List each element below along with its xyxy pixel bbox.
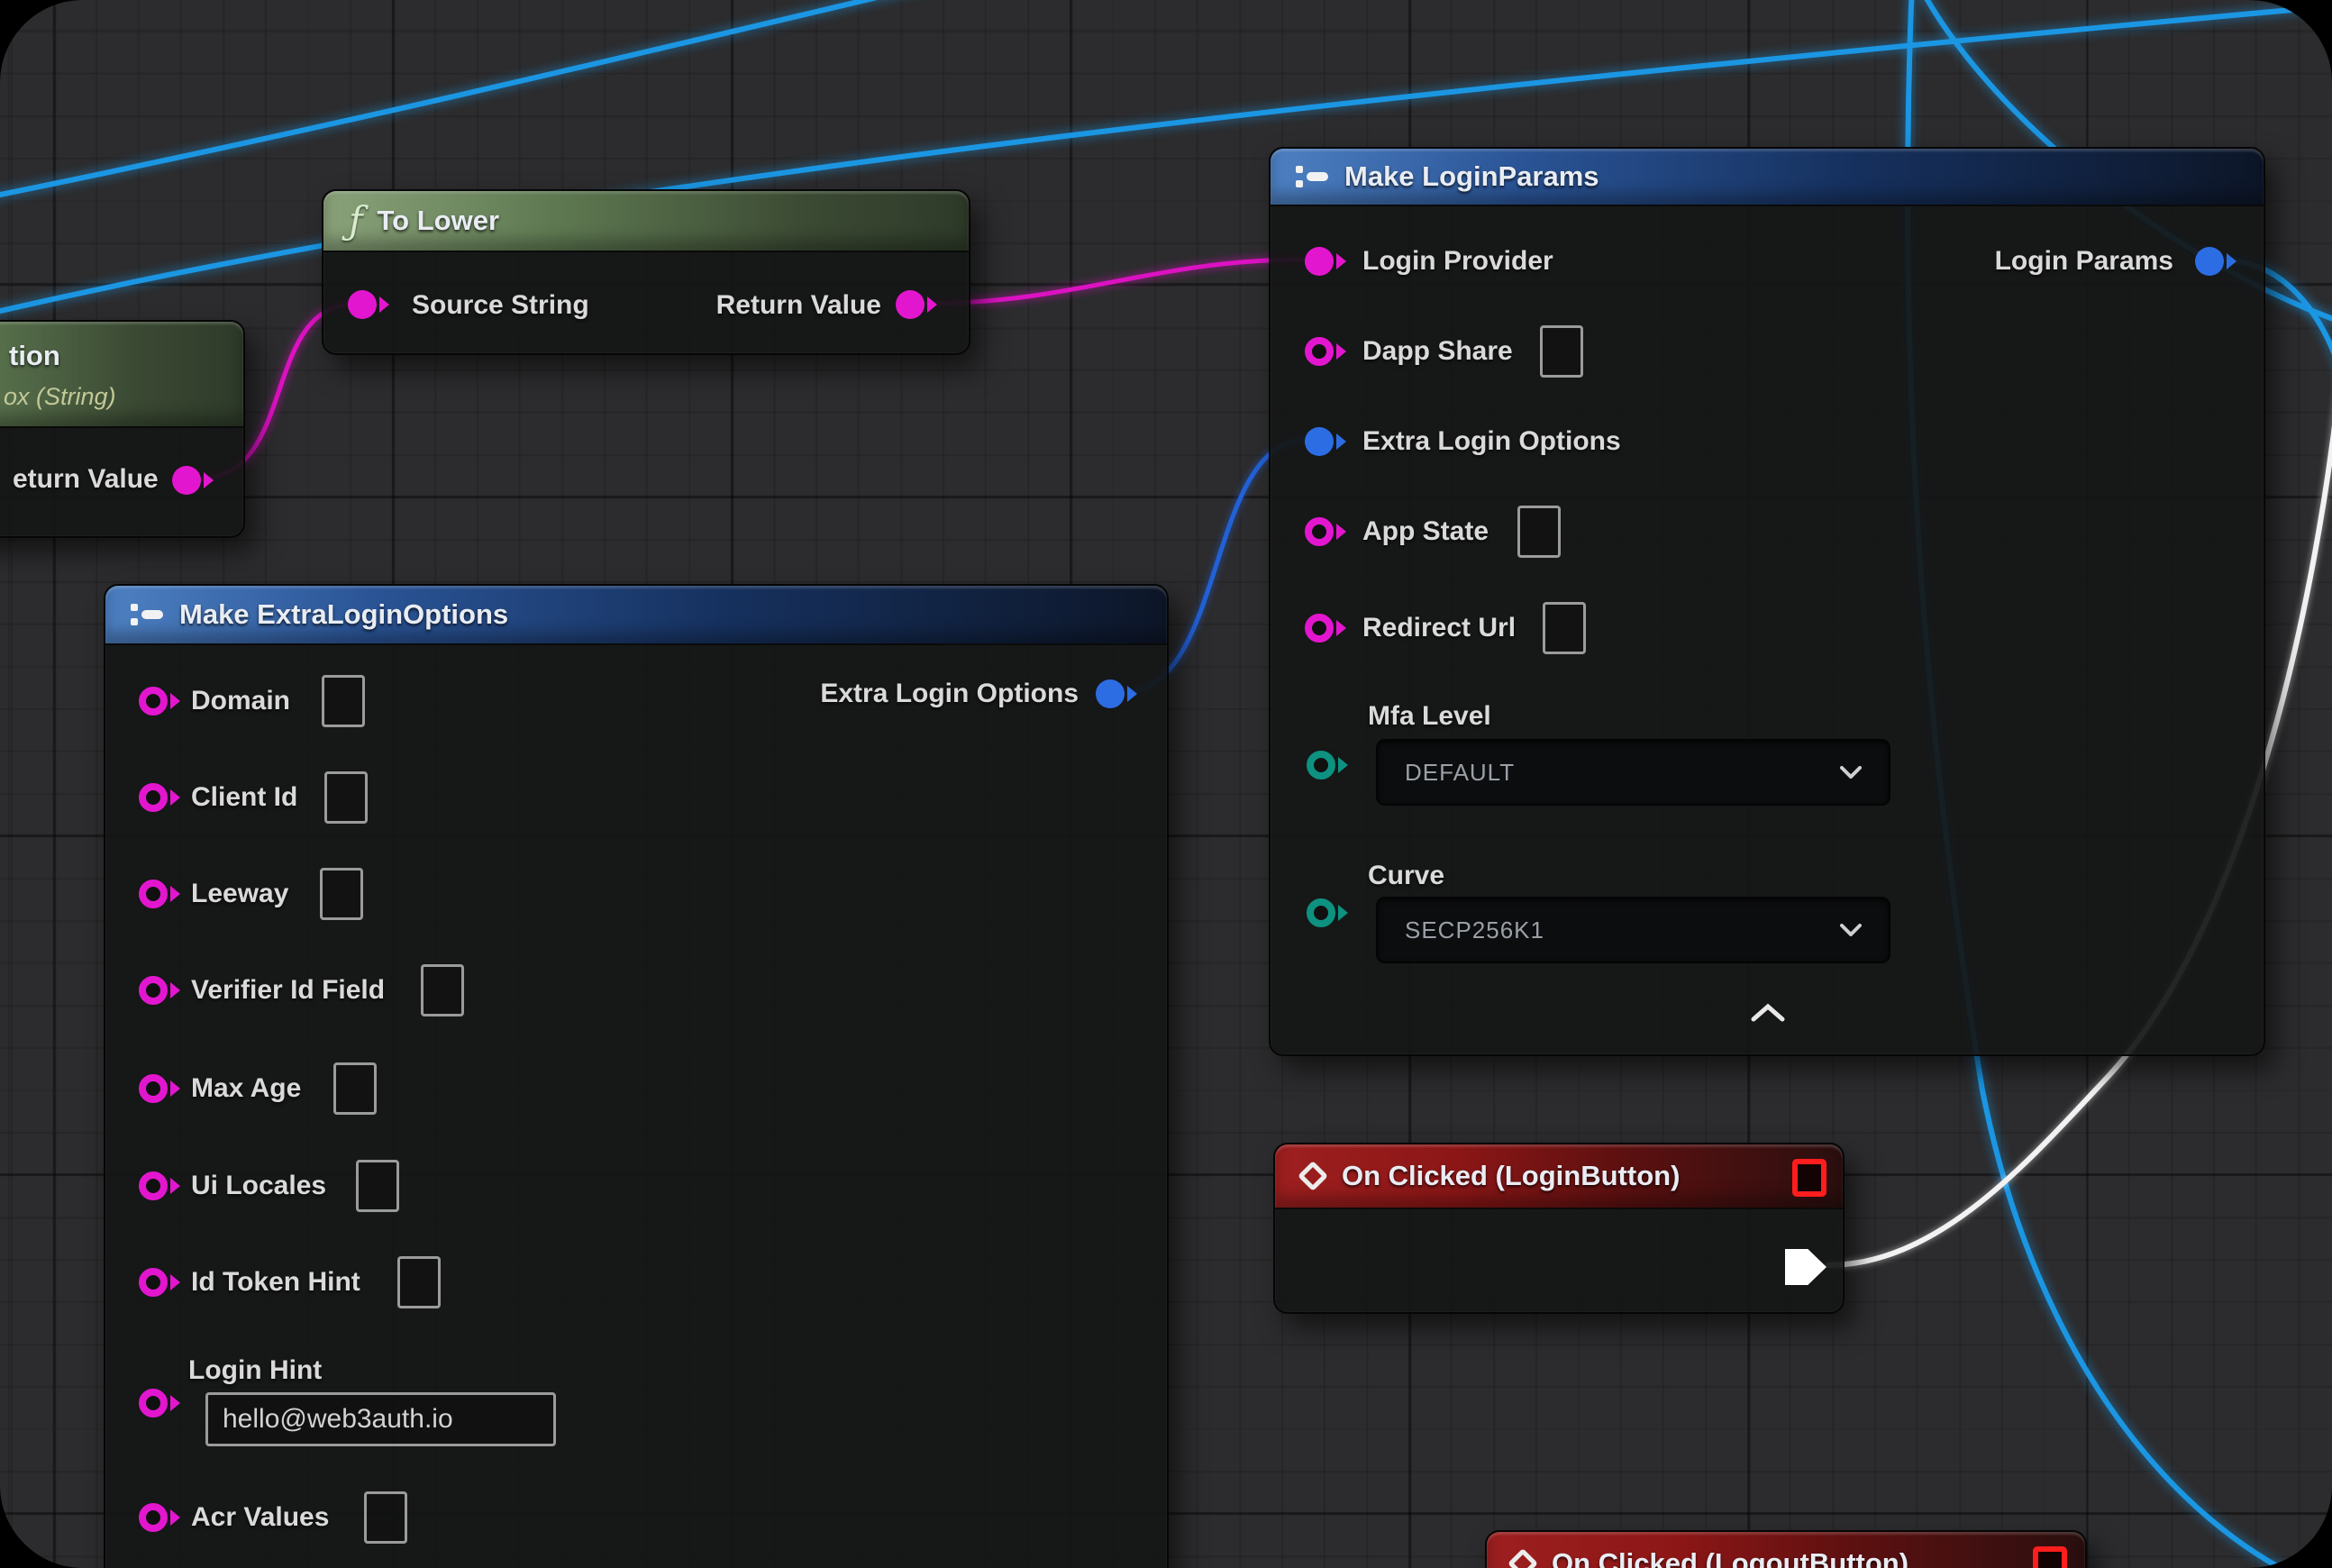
make-struct-icon	[1296, 163, 1328, 190]
mfa-level-label: Mfa Level	[1368, 701, 1491, 732]
node-subtitle-fragment: ox (String)	[4, 383, 116, 411]
node-title-fragment: tion	[9, 340, 60, 372]
login-hint-value: hello@web3auth.io	[223, 1404, 453, 1435]
blueprint-editor-screenshot: tion ox (String) eturn Value ƒ To Lower …	[0, 0, 2332, 1568]
id-token-hint-pin[interactable]	[139, 1268, 180, 1297]
make-login-params-title: Make LoginParams	[1344, 160, 1599, 193]
domain-value-box[interactable]	[322, 675, 365, 727]
app-state-value-box[interactable]	[1517, 506, 1561, 558]
curve-pin[interactable]	[1307, 898, 1348, 927]
leeway-pin[interactable]	[139, 880, 180, 908]
leeway-value-box[interactable]	[320, 868, 363, 920]
max-age-label: Max Age	[191, 1073, 301, 1104]
on-clicked-logout-header[interactable]: On Clicked (LogoutButton)	[1487, 1532, 2085, 1568]
extra-login-options-out-label: Extra Login Options	[820, 679, 1079, 709]
curve-dropdown[interactable]: SECP256K1	[1376, 897, 1890, 963]
dapp-share-pin[interactable]	[1305, 337, 1346, 366]
chevron-down-icon	[1840, 766, 1862, 779]
blueprint-graph-canvas[interactable]: tion ox (String) eturn Value ƒ To Lower …	[0, 0, 2332, 1568]
app-state-pin[interactable]	[1305, 517, 1346, 546]
make-extra-header[interactable]: Make ExtraLoginOptions	[105, 586, 1167, 645]
client-id-pin[interactable]	[139, 783, 180, 812]
ui-locales-value-box[interactable]	[356, 1160, 399, 1212]
on-clicked-login-header[interactable]: On Clicked (LoginButton)	[1275, 1144, 1843, 1209]
redirect-url-pin[interactable]	[1305, 614, 1346, 643]
verifier-id-field-value-box[interactable]	[421, 964, 464, 1016]
redirect-url-value-box[interactable]	[1543, 602, 1586, 654]
leeway-label: Leeway	[191, 879, 288, 909]
collapse-pins-button[interactable]	[1750, 1003, 1786, 1027]
max-age-value-box[interactable]	[333, 1062, 377, 1115]
source-string-pin[interactable]	[348, 290, 389, 319]
node-get-text-partial[interactable]: tion ox (String) eturn Value	[0, 320, 245, 538]
to-lower-title: To Lower	[378, 205, 499, 237]
node-on-clicked-login-button[interactable]: On Clicked (LoginButton)	[1273, 1143, 1845, 1314]
login-provider-pin[interactable]	[1305, 247, 1346, 276]
verifier-id-field-pin[interactable]	[139, 976, 180, 1005]
acr-values-label: Acr Values	[191, 1502, 329, 1533]
login-hint-label: Login Hint	[188, 1355, 322, 1386]
acr-values-pin[interactable]	[139, 1503, 180, 1532]
delegate-pin[interactable]	[2033, 1546, 2067, 1568]
return-value-pin[interactable]	[172, 466, 214, 495]
ui-locales-label: Ui Locales	[191, 1171, 326, 1201]
ui-locales-pin[interactable]	[139, 1171, 180, 1200]
return-value-pin[interactable]	[896, 290, 937, 319]
domain-pin[interactable]	[139, 687, 180, 716]
curve-label: Curve	[1368, 861, 1444, 891]
domain-label: Domain	[191, 686, 290, 716]
chevron-up-icon	[1750, 1003, 1786, 1023]
login-hint-pin[interactable]	[139, 1389, 180, 1418]
id-token-hint-value-box[interactable]	[397, 1256, 441, 1308]
return-value-label: Return Value	[716, 290, 881, 321]
login-hint-text-input[interactable]: hello@web3auth.io	[205, 1392, 556, 1446]
delegate-pin[interactable]	[1792, 1159, 1826, 1197]
chevron-down-icon	[1840, 924, 1862, 936]
login-provider-label: Login Provider	[1362, 246, 1553, 277]
id-token-hint-label: Id Token Hint	[191, 1267, 360, 1298]
make-struct-icon	[131, 601, 163, 628]
mfa-level-pin[interactable]	[1307, 751, 1348, 779]
mfa-level-dropdown[interactable]: DEFAULT	[1376, 739, 1890, 806]
curve-value: SECP256K1	[1405, 916, 1544, 944]
app-state-label: App State	[1362, 516, 1489, 547]
login-params-out-pin[interactable]	[2195, 247, 2236, 276]
on-clicked-logout-title: On Clicked (LogoutButton)	[1552, 1547, 1908, 1568]
login-params-out-label: Login Params	[1995, 246, 2173, 277]
mfa-level-value: DEFAULT	[1405, 759, 1515, 787]
return-value-label: eturn Value	[13, 464, 159, 495]
make-extra-title: Make ExtraLoginOptions	[179, 598, 508, 631]
redirect-url-label: Redirect Url	[1362, 613, 1516, 643]
make-login-params-header[interactable]: Make LoginParams	[1271, 149, 2264, 206]
node-make-extra-login-options[interactable]: Make ExtraLoginOptions Extra Login Optio…	[104, 584, 1169, 1568]
node-on-clicked-logout-button[interactable]: On Clicked (LogoutButton)	[1485, 1530, 2087, 1568]
wire-tolower-to-login-provider[interactable]	[923, 260, 1303, 304]
function-icon: ƒ	[349, 202, 363, 240]
max-age-pin[interactable]	[139, 1074, 180, 1103]
acr-values-value-box[interactable]	[364, 1491, 407, 1544]
dapp-share-label: Dapp Share	[1362, 336, 1513, 367]
extra-login-options-in-label: Extra Login Options	[1362, 426, 1621, 457]
node-to-lower[interactable]: ƒ To Lower Source String Return Value	[322, 189, 970, 355]
client-id-value-box[interactable]	[324, 771, 368, 824]
source-string-label: Source String	[412, 290, 589, 321]
to-lower-header[interactable]: ƒ To Lower	[323, 191, 969, 252]
extra-login-options-in-pin[interactable]	[1305, 427, 1346, 456]
event-icon	[1298, 1161, 1328, 1191]
exec-out-pin[interactable]	[1785, 1249, 1826, 1285]
dapp-share-value-box[interactable]	[1540, 325, 1583, 378]
client-id-label: Client Id	[191, 782, 297, 813]
node-get-text-header[interactable]	[0, 322, 243, 428]
event-icon	[1508, 1548, 1538, 1568]
extra-login-options-out-pin[interactable]	[1096, 679, 1137, 708]
node-make-login-params[interactable]: Make LoginParams Login Provider Login Pa…	[1269, 147, 2265, 1056]
on-clicked-login-title: On Clicked (LoginButton)	[1342, 1160, 1680, 1192]
verifier-id-field-label: Verifier Id Field	[191, 975, 385, 1006]
